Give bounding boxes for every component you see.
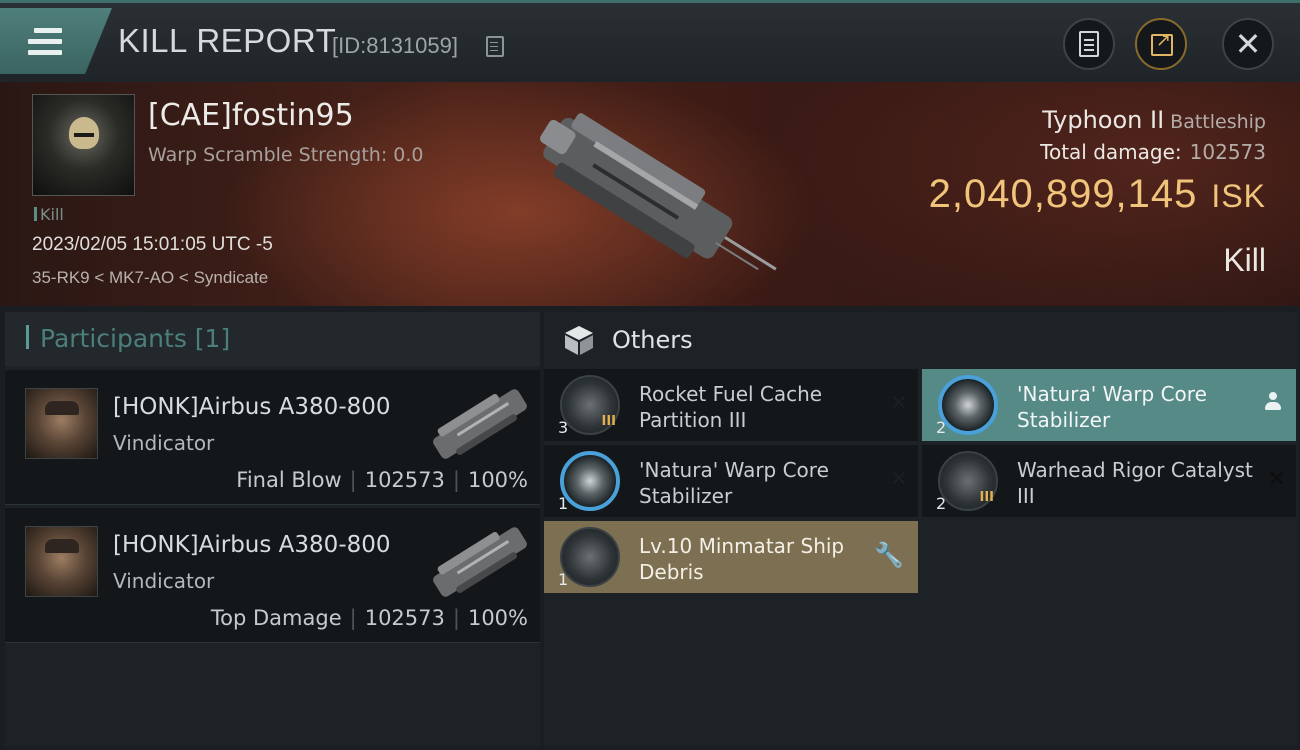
victim-ship-class: Battleship: [1170, 111, 1266, 133]
victim-ship-image[interactable]: [515, 102, 785, 292]
participant-ship-image: [433, 389, 527, 459]
item-icon: III: [938, 451, 998, 511]
participant-role: Final Blow: [236, 468, 342, 492]
participants-panel: Participants [1] [HONK]Airbus A380-800 V…: [5, 312, 540, 746]
participant-ship: Vindicator: [113, 431, 215, 455]
participant-row[interactable]: [HONK]Airbus A380-800 Vindicator Top Dam…: [5, 508, 540, 643]
cube-icon: [565, 326, 593, 355]
total-damage: Total damage: 102573: [1040, 140, 1266, 164]
clipboard-icon: [1079, 31, 1099, 57]
title-accent-line: [0, 0, 1300, 3]
person-icon: [1264, 392, 1282, 414]
participants-header[interactable]: Participants [1]: [5, 312, 540, 366]
others-label: Others: [612, 326, 693, 354]
item-icon: III: [560, 375, 620, 435]
participant-role: Top Damage: [210, 606, 342, 630]
item-tier: III: [601, 414, 616, 429]
total-damage-value: 102573: [1189, 140, 1266, 164]
warp-scramble-strength: Warp Scramble Strength: 0.0: [148, 144, 424, 166]
close-icon: ✕: [1234, 25, 1262, 63]
participant-avatar[interactable]: [25, 526, 98, 597]
item-row[interactable]: III 2 Warhead Rigor Catalyst III ✕: [922, 445, 1296, 517]
victim-banner: [CAE]fostin95 Warp Scramble Strength: 0.…: [0, 82, 1300, 306]
item-quantity: 1: [558, 494, 569, 513]
kill-tag-label: Kill: [40, 205, 64, 224]
participant-stats: Top Damage | 102573 | 100%: [210, 606, 528, 630]
item-name: Rocket Fuel Cache Partition III: [639, 382, 823, 432]
item-name: Lv.10 Minmatar Ship Debris: [639, 534, 845, 584]
copy-icon[interactable]: [486, 36, 504, 57]
participant-damage: 102573: [364, 606, 445, 630]
share-icon: [1151, 30, 1173, 56]
participant-ship: Vindicator: [113, 569, 215, 593]
participant-percent: 100%: [467, 468, 528, 492]
kill-result: Kill: [1223, 242, 1266, 278]
participant-avatar[interactable]: [25, 388, 98, 459]
item-name: 'Natura' Warp Core Stabilizer: [639, 458, 829, 508]
item-quantity: 2: [936, 418, 947, 437]
item-row[interactable]: III 3 Rocket Fuel Cache Partition III ✕: [544, 369, 918, 441]
share-button[interactable]: [1135, 18, 1187, 70]
isk-value: 2,040,899,145 ISK: [928, 172, 1266, 216]
others-panel: Others III 3 Rocket Fuel Cache Partition…: [544, 312, 1298, 746]
item-row[interactable]: 1 'Natura' Warp Core Stabilizer ✕: [544, 445, 918, 517]
item-quantity: 3: [558, 418, 569, 437]
menu-button[interactable]: [0, 8, 112, 74]
close-button[interactable]: ✕: [1222, 18, 1274, 70]
page-title: KILL REPORT: [118, 22, 337, 59]
item-row[interactable]: 2 'Natura' Warp Core Stabilizer: [922, 369, 1296, 441]
participant-stats: Final Blow | 102573 | 100%: [236, 468, 528, 492]
item-row[interactable]: 1 Lv.10 Minmatar Ship Debris 🔧: [544, 521, 918, 593]
participant-name: [HONK]Airbus A380-800: [113, 532, 391, 558]
kill-timestamp: 2023/02/05 15:01:05 UTC -5: [32, 234, 273, 255]
item-icon: [560, 527, 620, 587]
item-icon: [938, 375, 998, 435]
others-header: Others: [544, 312, 1298, 366]
victim-name[interactable]: [CAE]fostin95: [148, 98, 354, 133]
item-icon: [560, 451, 620, 511]
item-quantity: 2: [936, 494, 947, 513]
participant-damage: 102573: [364, 468, 445, 492]
victim-avatar[interactable]: [32, 94, 135, 196]
item-name: Warhead Rigor Catalyst III: [1017, 458, 1253, 508]
participant-percent: 100%: [467, 606, 528, 630]
title-bar: KILL REPORT [ID:8131059] ✕: [0, 0, 1300, 82]
isk-unit: ISK: [1211, 178, 1266, 214]
item-tier: III: [979, 490, 994, 505]
participant-name: [HONK]Airbus A380-800: [113, 394, 391, 420]
participant-row[interactable]: [HONK]Airbus A380-800 Vindicator Final B…: [5, 370, 540, 505]
item-name: 'Natura' Warp Core Stabilizer: [1017, 382, 1207, 432]
kill-location[interactable]: 35-RK9 < MK7-AO < Syndicate: [32, 268, 268, 288]
participant-ship-image: [433, 527, 527, 597]
kill-tag: Kill: [34, 205, 64, 224]
report-id: [ID:8131059]: [332, 33, 458, 58]
notes-button[interactable]: [1063, 18, 1115, 70]
victim-ship-name[interactable]: Typhoon II Battleship: [1042, 106, 1266, 134]
menu-icon: [28, 28, 62, 61]
destroyed-icon: ✕: [889, 391, 908, 416]
destroyed-icon: ✕: [1267, 467, 1286, 492]
participants-label: Participants [1]: [40, 324, 231, 353]
item-quantity: 1: [558, 570, 569, 589]
wrench-icon: 🔧: [874, 541, 904, 569]
destroyed-icon: ✕: [889, 467, 908, 492]
